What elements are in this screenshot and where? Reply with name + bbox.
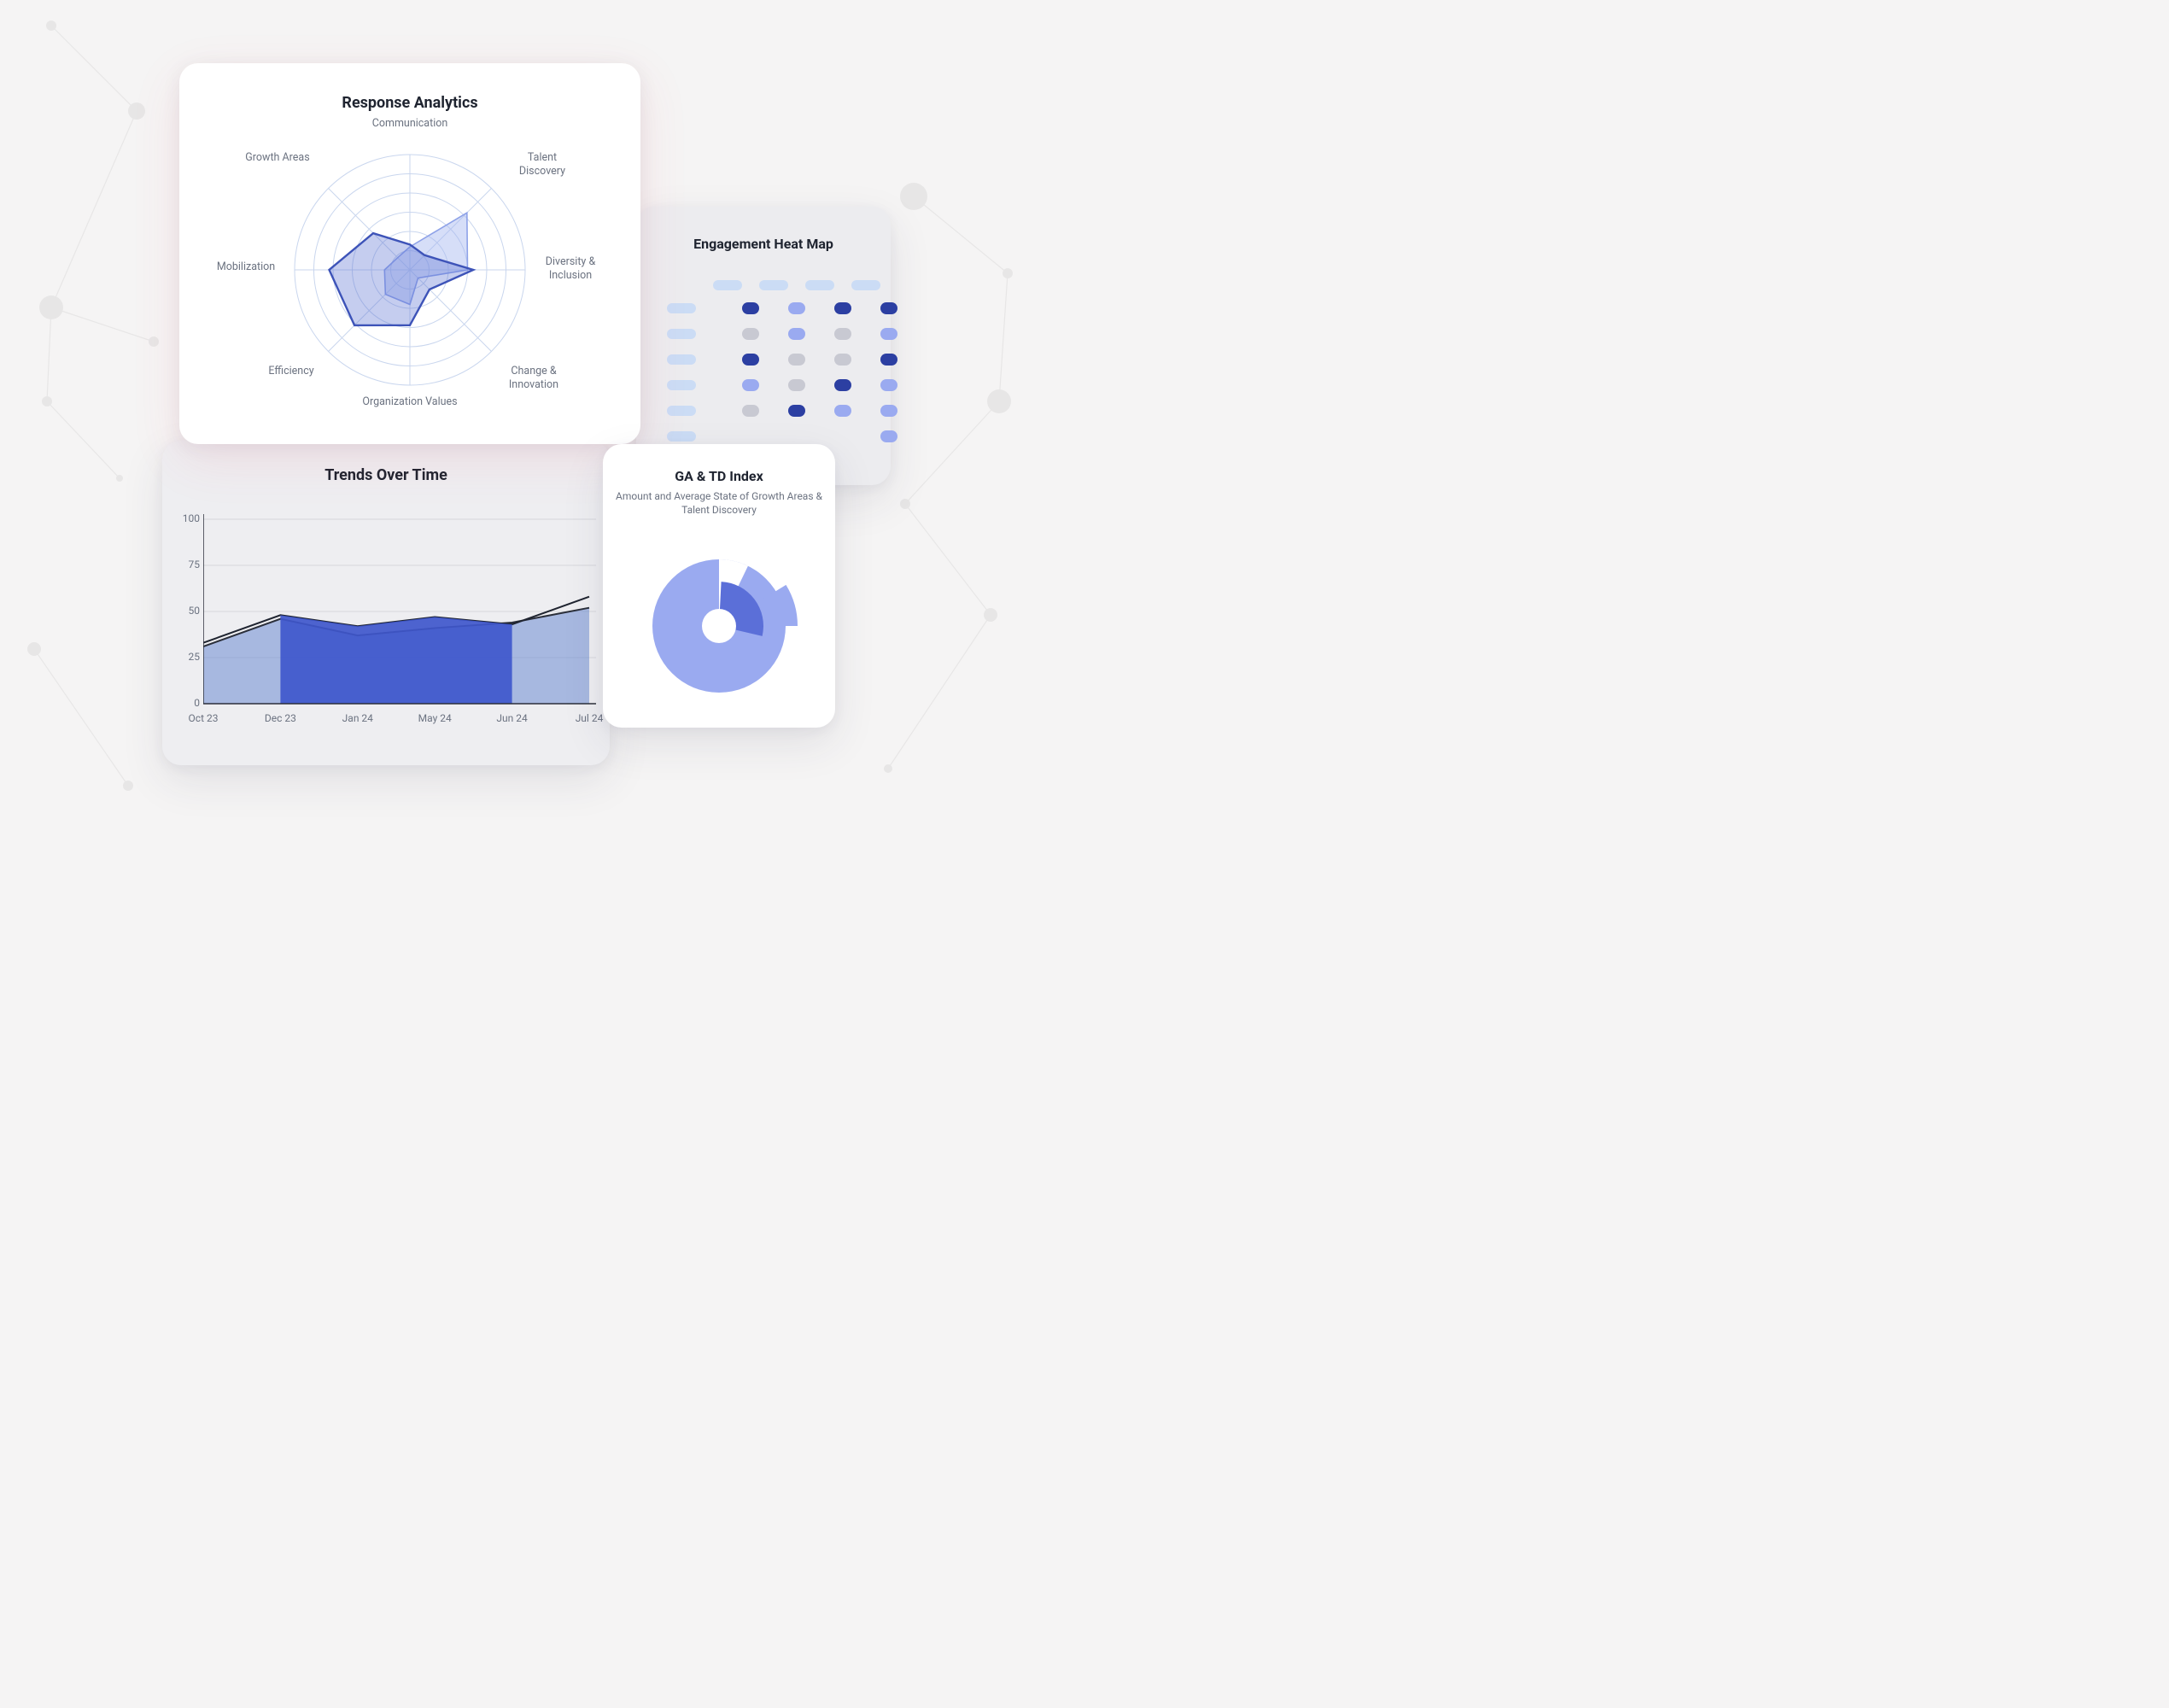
heat-cell bbox=[834, 354, 851, 366]
radar-axis-label: Change & Innovation bbox=[487, 365, 581, 391]
heat-cell bbox=[788, 354, 805, 366]
heat-cell bbox=[834, 405, 851, 417]
trends-y-tick: 75 bbox=[171, 559, 200, 570]
radar-axis-label: Talent Discovery bbox=[504, 151, 581, 178]
heat-row-header bbox=[667, 303, 696, 313]
heat-row-header bbox=[667, 329, 696, 339]
response-analytics-card: Response Analytics Communication Talent … bbox=[179, 63, 640, 444]
heat-col-header bbox=[759, 280, 788, 290]
trends-x-tick: Dec 23 bbox=[256, 712, 304, 724]
heat-cell bbox=[834, 328, 851, 340]
heat-cell bbox=[742, 430, 759, 442]
heat-cell bbox=[742, 302, 759, 314]
radar-axis-label: Growth Areas bbox=[239, 151, 316, 165]
radar-axis-label: Efficiency bbox=[253, 365, 330, 378]
heat-cell bbox=[788, 328, 805, 340]
gatd-subtitle: Amount and Average State of Growth Areas… bbox=[603, 489, 835, 517]
heat-cell bbox=[742, 405, 759, 417]
trends-plot bbox=[203, 506, 596, 719]
heat-cell bbox=[742, 328, 759, 340]
radar-axis-label: Diversity & Inclusion bbox=[528, 255, 613, 282]
heat-cell bbox=[788, 302, 805, 314]
heat-cell bbox=[788, 405, 805, 417]
heat-row-header bbox=[667, 380, 696, 390]
heat-cell bbox=[742, 354, 759, 366]
heat-map-grid bbox=[667, 280, 897, 456]
heat-cell bbox=[834, 302, 851, 314]
heat-cell bbox=[880, 328, 897, 340]
heat-cell bbox=[880, 302, 897, 314]
radar-axis-label: Communication bbox=[359, 117, 461, 131]
trends-x-tick: May 24 bbox=[411, 712, 459, 724]
heat-col-header bbox=[805, 280, 834, 290]
trends-over-time-card: Trends Over Time 100 75 50 25 0 Oct 23 Dec 23… bbox=[162, 441, 610, 765]
heat-cell bbox=[742, 379, 759, 391]
heat-row bbox=[667, 405, 897, 417]
radar-axis-label: Mobilization bbox=[203, 260, 289, 274]
heat-row bbox=[667, 354, 897, 366]
trends-y-tick: 0 bbox=[171, 697, 200, 709]
gatd-title: GA & TD Index bbox=[603, 468, 835, 484]
heat-cell bbox=[834, 379, 851, 391]
heat-cell bbox=[880, 405, 897, 417]
heat-col-header bbox=[851, 280, 880, 290]
heat-row-header bbox=[667, 406, 696, 416]
heat-row bbox=[667, 328, 897, 340]
heat-row bbox=[667, 430, 897, 442]
heat-row bbox=[667, 379, 897, 391]
trends-x-tick: Jan 24 bbox=[334, 712, 382, 724]
heat-cell bbox=[788, 379, 805, 391]
radar-axis-label: Organization Values bbox=[350, 395, 470, 409]
heat-map-title: Engagement Heat Map bbox=[636, 236, 891, 252]
ga-td-index-card: GA & TD Index Amount and Average State o… bbox=[603, 444, 835, 728]
heat-col-header bbox=[713, 280, 742, 290]
trends-y-tick: 50 bbox=[171, 605, 200, 617]
gatd-plot bbox=[603, 517, 835, 713]
heat-cell bbox=[788, 430, 805, 442]
trends-x-tick: Jun 24 bbox=[488, 712, 536, 724]
trends-y-tick: 100 bbox=[171, 512, 200, 524]
heat-cell bbox=[880, 354, 897, 366]
trends-x-tick: Oct 23 bbox=[179, 712, 227, 724]
heat-row bbox=[667, 302, 897, 314]
trends-title: Trends Over Time bbox=[162, 466, 610, 484]
heat-cell bbox=[880, 379, 897, 391]
heat-row-header bbox=[667, 431, 696, 442]
heat-cell bbox=[834, 430, 851, 442]
heat-cell bbox=[880, 430, 897, 442]
heat-row-header bbox=[667, 354, 696, 365]
trends-y-tick: 25 bbox=[171, 651, 200, 663]
radar-title: Response Analytics bbox=[179, 94, 640, 112]
